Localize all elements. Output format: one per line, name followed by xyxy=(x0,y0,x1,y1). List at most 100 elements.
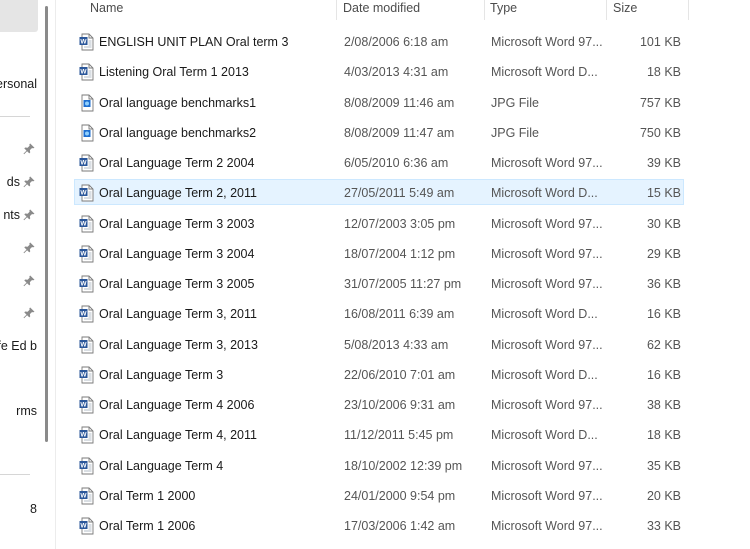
pin-icon xyxy=(22,175,36,189)
file-type: Microsoft Word 97... xyxy=(491,398,603,412)
pin-icon xyxy=(22,208,36,222)
svg-text:W: W xyxy=(80,341,87,348)
file-row[interactable]: W Oral Language Term 2 2004 6/05/2010 6:36… xyxy=(74,149,684,175)
file-row[interactable]: W Oral Language Term 4, 2011 11/12/2011 5:… xyxy=(74,421,684,447)
svg-text:W: W xyxy=(80,220,87,227)
word-doc-icon: W xyxy=(79,63,95,81)
word-doc-icon: W xyxy=(79,487,95,505)
nav-item[interactable]: rms xyxy=(0,399,40,423)
file-size: 35 KB xyxy=(646,458,681,473)
file-row[interactable]: W Oral Language Term 4 18/10/2002 12:39 pm… xyxy=(74,452,684,478)
nav-divider xyxy=(0,116,30,117)
file-name: Oral Language Term 4 2006 xyxy=(99,398,255,412)
word-doc-icon: W xyxy=(79,33,95,51)
file-name: Oral language benchmarks1 xyxy=(99,95,257,110)
file-row[interactable]: W Listening Oral Term 1 2013 4/03/2013 4:3… xyxy=(74,58,684,84)
file-row[interactable]: Oral language benchmarks1 8/08/2009 11:46… xyxy=(74,89,684,115)
nav-item-label: ds xyxy=(6,175,20,189)
word-doc-icon: W xyxy=(79,305,95,323)
file-row[interactable]: W Oral Term 1 2000 24/01/2000 9:54 pm Micro… xyxy=(74,482,684,508)
word-doc-icon: W xyxy=(79,366,95,384)
file-date-modified: 27/05/2011 5:49 am xyxy=(344,186,455,201)
file-size: 38 KB xyxy=(646,398,681,412)
file-type: Microsoft Word 97... xyxy=(491,156,603,170)
file-type: Microsoft Word 97... xyxy=(491,216,603,231)
word-doc-icon: W xyxy=(79,275,95,293)
word-doc-icon: W xyxy=(79,215,95,233)
file-type: Microsoft Word D... xyxy=(491,186,598,201)
word-doc-icon: W xyxy=(79,336,95,354)
file-type: Microsoft Word 97... xyxy=(491,277,603,291)
file-row[interactable]: W Oral Language Term 3, 2013 5/08/2013 4:3… xyxy=(74,331,684,357)
file-type: Microsoft Word 97... xyxy=(491,519,603,533)
file-name: Oral Language Term 3 xyxy=(99,367,224,382)
nav-item[interactable]: ersonal xyxy=(0,72,40,96)
navigation-pane: ersonal ds nts ife Ed b rms 8 xyxy=(0,0,50,549)
file-size: 16 KB xyxy=(646,307,681,322)
file-date-modified: 8/08/2009 11:47 am xyxy=(344,125,455,140)
file-type: Microsoft Word D... xyxy=(491,428,598,443)
file-date-modified: 6/05/2010 6:36 am xyxy=(344,156,449,170)
column-divider[interactable] xyxy=(606,0,607,20)
file-row[interactable]: W Oral Language Term 3 22/06/2010 7:01 am M… xyxy=(74,361,684,387)
file-name: Oral Language Term 3, 2011 xyxy=(99,307,257,322)
svg-text:W: W xyxy=(80,281,87,288)
column-header-name[interactable]: Name xyxy=(90,0,123,18)
file-type: Microsoft Word 97... xyxy=(491,458,603,473)
file-row[interactable]: W Oral Language Term 3 2005 31/07/2005 11:… xyxy=(74,270,684,296)
nav-divider xyxy=(0,474,30,475)
file-name: Oral language benchmarks2 xyxy=(99,125,257,140)
nav-item-label: nts xyxy=(3,208,20,222)
file-name: Oral Language Term 3 2004 xyxy=(99,246,255,261)
column-header-size[interactable]: Size xyxy=(613,0,637,18)
file-date-modified: 31/07/2005 11:27 pm xyxy=(344,277,462,291)
column-divider[interactable] xyxy=(484,0,485,20)
file-size: 18 KB xyxy=(646,428,681,443)
svg-text:W: W xyxy=(80,250,87,257)
column-header-type[interactable]: Type xyxy=(490,0,517,18)
file-size: 20 KB xyxy=(646,488,681,503)
svg-text:W: W xyxy=(80,190,87,197)
word-doc-icon: W xyxy=(79,396,95,414)
column-divider[interactable] xyxy=(336,0,337,20)
nav-item[interactable]: 8 xyxy=(0,497,40,521)
file-row[interactable]: W Oral Language Term 4 2006 23/10/2006 9:3… xyxy=(74,391,684,417)
nav-item[interactable]: ife Ed b xyxy=(0,334,40,358)
nav-item-label: rms xyxy=(16,404,37,418)
file-row[interactable]: W ENGLISH UNIT PLAN Oral term 3 2/08/2006 … xyxy=(74,28,684,54)
file-size: 62 KB xyxy=(646,337,681,352)
column-header-date[interactable]: Date modified xyxy=(343,0,420,18)
file-row[interactable]: Oral language benchmarks2 8/08/2009 11:47… xyxy=(74,119,684,145)
svg-text:W: W xyxy=(80,371,87,378)
file-row[interactable]: W Oral Language Term 2, 2011 27/05/2011 5:… xyxy=(74,179,684,206)
file-date-modified: 22/06/2010 7:01 am xyxy=(344,367,456,382)
file-size: 29 KB xyxy=(646,246,681,261)
file-type: Microsoft Word D... xyxy=(491,367,598,382)
svg-text:W: W xyxy=(80,462,87,469)
column-divider[interactable] xyxy=(688,0,689,20)
file-name: Oral Language Term 3, 2013 xyxy=(99,337,258,352)
jpg-file-icon xyxy=(79,94,95,112)
file-type: Microsoft Word D... xyxy=(491,307,598,322)
word-doc-icon: W xyxy=(79,245,95,263)
svg-text:W: W xyxy=(80,160,87,167)
file-row[interactable]: W Oral Language Term 3 2004 18/07/2004 1:1… xyxy=(74,240,684,266)
file-date-modified: 17/03/2006 1:42 am xyxy=(344,519,456,533)
file-type: Microsoft Word 97... xyxy=(491,246,603,261)
file-row[interactable]: W Oral Language Term 3, 2011 16/08/2011 6:… xyxy=(74,300,684,326)
file-size: 750 KB xyxy=(639,125,681,140)
file-row[interactable]: W Oral Language Term 3 2003 12/07/2003 3:0… xyxy=(74,210,684,236)
file-date-modified: 24/01/2000 9:54 pm xyxy=(344,488,456,503)
word-doc-icon: W xyxy=(79,457,95,475)
file-type: JPG File xyxy=(491,125,539,140)
file-size: 15 KB xyxy=(646,186,681,201)
file-size: 30 KB xyxy=(646,216,681,231)
svg-text:W: W xyxy=(80,402,87,409)
nav-scrollbar[interactable] xyxy=(45,6,48,442)
jpg-file-icon xyxy=(79,124,95,142)
file-row[interactable]: W Oral Term 1 2006 17/03/2006 1:42 am Micro… xyxy=(74,512,684,538)
file-date-modified: 18/10/2002 12:39 pm xyxy=(344,458,463,473)
nav-item-label: ersonal xyxy=(0,77,37,91)
file-name: Oral Language Term 4, 2011 xyxy=(99,428,257,443)
nav-selected-item[interactable] xyxy=(0,0,38,32)
